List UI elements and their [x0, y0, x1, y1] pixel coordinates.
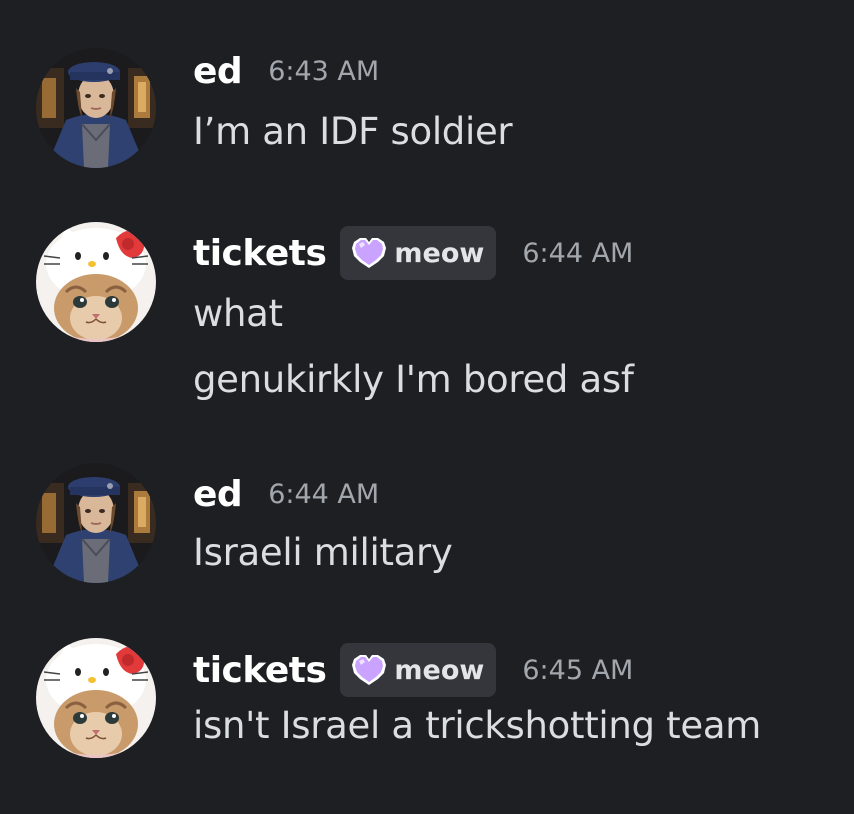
avatar[interactable] — [36, 463, 156, 583]
role-tag-label: meow — [394, 237, 485, 269]
soldier-portrait-avatar-icon — [36, 463, 156, 583]
message-header: tickets meow 6:45 AM — [193, 642, 633, 698]
timestamp[interactable]: 6:44 AM — [522, 238, 633, 269]
cat-hello-kitty-hat-avatar-icon — [36, 638, 156, 758]
timestamp[interactable]: 6:43 AM — [268, 56, 379, 87]
message-text: isn't Israel a trickshotting team — [193, 704, 761, 747]
message-text: what — [193, 292, 283, 335]
pixel-heart-icon — [350, 653, 388, 687]
avatar[interactable] — [36, 222, 156, 342]
role-tag-label: meow — [394, 654, 485, 686]
avatar[interactable] — [36, 638, 156, 758]
message-text: Israeli military — [193, 531, 453, 574]
message-text: I’m an IDF soldier — [193, 110, 513, 153]
chat-messages: ed 6:43 AM I’m an IDF soldier tickets me… — [0, 0, 854, 814]
message-header: ed 6:43 AM — [193, 43, 379, 99]
cat-hello-kitty-hat-avatar-icon — [36, 222, 156, 342]
message-text: genukirkly I'm bored asf — [193, 358, 634, 401]
soldier-portrait-avatar-icon — [36, 48, 156, 168]
username[interactable]: ed — [193, 474, 243, 515]
username[interactable]: tickets — [193, 233, 327, 274]
role-tag[interactable]: meow — [340, 643, 497, 697]
message-header: tickets meow 6:44 AM — [193, 225, 633, 281]
avatar[interactable] — [36, 48, 156, 168]
username[interactable]: tickets — [193, 650, 327, 691]
username[interactable]: ed — [193, 51, 243, 92]
message-header: ed 6:44 AM — [193, 466, 379, 522]
pixel-heart-icon — [350, 236, 388, 270]
role-tag[interactable]: meow — [340, 226, 497, 280]
timestamp[interactable]: 6:44 AM — [268, 479, 379, 510]
timestamp[interactable]: 6:45 AM — [522, 655, 633, 686]
